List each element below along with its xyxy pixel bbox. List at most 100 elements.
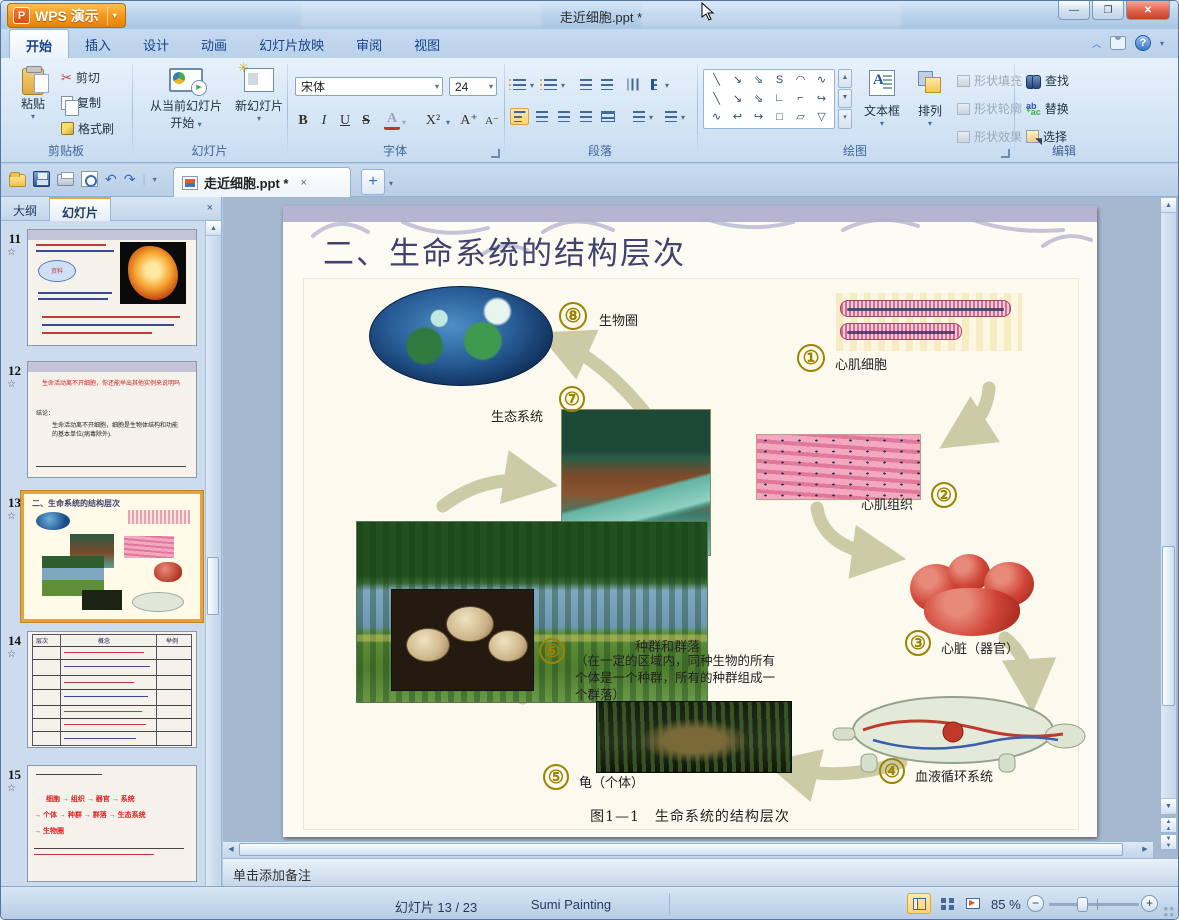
slide-thumbnail-11[interactable]: 资料: [27, 229, 197, 346]
font-size-select[interactable]: 24 ▾: [449, 77, 497, 96]
paste-button[interactable]: 粘贴 ▾: [15, 66, 51, 121]
font-dialog-launcher[interactable]: [491, 149, 500, 158]
increase-indent-button[interactable]: [597, 76, 616, 93]
ribbon-tab-review[interactable]: 审阅: [340, 29, 398, 58]
vertical-scroll-thumb[interactable]: [1162, 546, 1175, 706]
previous-slide-button[interactable]: ▲ ▲: [1160, 817, 1177, 833]
new-tab-caret-icon[interactable]: ▾: [389, 179, 393, 188]
slide-thumbnail-13-selected[interactable]: 二、生命系统的结构层次: [21, 491, 203, 622]
scroll-right-icon[interactable]: ▶: [1138, 843, 1152, 857]
ribbon-tab-insert[interactable]: 插入: [69, 29, 127, 58]
panel-close-icon[interactable]: ×: [207, 202, 213, 214]
shape-double-arrow-icon[interactable]: ⇘: [748, 71, 769, 88]
shape-elbow-icon[interactable]: ∟: [769, 90, 790, 107]
ecosystem-label[interactable]: 生态系统: [491, 406, 543, 425]
shape-arrow-icon[interactable]: ↘: [727, 71, 748, 88]
bullet-caret-icon[interactable]: ▾: [530, 81, 534, 90]
scroll-left-icon[interactable]: ◀: [224, 843, 238, 857]
new-document-tab-button[interactable]: +: [361, 169, 385, 195]
redo-icon[interactable]: ↷: [124, 171, 136, 187]
normal-view-button[interactable]: [907, 893, 931, 914]
shape-gallery-down-button[interactable]: ▼: [838, 89, 852, 108]
slide-13-editor[interactable]: 二、生命系统的结构层次 ⑧ 生物圈 ① 心肌细胞 ⑦ 生态系统 心肌组织 ② ③…: [283, 206, 1097, 837]
shape-freeform-icon[interactable]: ◠: [790, 71, 811, 88]
shape-curved-arrow-icon[interactable]: ↩: [727, 108, 748, 125]
open-icon[interactable]: [9, 172, 26, 187]
shape-arrow3-icon[interactable]: ⇘: [748, 90, 769, 107]
resize-grip[interactable]: [1164, 907, 1176, 919]
column-layout-button[interactable]: [644, 76, 663, 93]
outline-tab[interactable]: 大纲: [1, 197, 49, 221]
underline-button[interactable]: U: [335, 111, 355, 130]
font-color-button[interactable]: A: [384, 111, 400, 130]
format-painter-button[interactable]: 格式刷: [61, 120, 114, 137]
scroll-up-icon[interactable]: ▲: [1161, 198, 1176, 213]
cell-label[interactable]: 心肌细胞: [835, 354, 887, 373]
ribbon-tab-home[interactable]: 开始: [9, 29, 70, 58]
shape-scribble-icon[interactable]: ∿: [811, 71, 832, 88]
notes-pane[interactable]: 单击添加备注: [223, 858, 1178, 886]
shape-curved-arrow2-icon[interactable]: ↪: [748, 108, 769, 125]
panel-scrollbar[interactable]: ▲: [205, 221, 221, 886]
next-slide-button[interactable]: ▼ ▼: [1160, 834, 1177, 850]
shape-gallery-up-button[interactable]: ▲: [838, 69, 852, 88]
shape-curve2-icon[interactable]: ∿: [706, 108, 727, 125]
save-icon[interactable]: [33, 171, 50, 187]
cut-button[interactable]: ✂ 剪切: [61, 69, 100, 86]
zoom-in-button[interactable]: +: [1141, 895, 1158, 912]
italic-button[interactable]: I: [314, 111, 334, 130]
line-spacing-caret-icon[interactable]: ▾: [649, 113, 653, 122]
distribute-button[interactable]: [598, 108, 617, 125]
strikethrough-button[interactable]: S: [356, 111, 376, 130]
find-button[interactable]: 查找: [1026, 72, 1069, 89]
slide-title[interactable]: 二、生命系统的结构层次: [323, 228, 1063, 273]
cardiac-muscle-tissue-photo[interactable]: [756, 434, 921, 500]
line-spacing-button[interactable]: [629, 108, 648, 125]
decrease-font-button[interactable]: A⁻: [481, 111, 503, 130]
shape-outline-button[interactable]: 形状轮廓 ▾: [957, 100, 1030, 117]
system-label[interactable]: 血液循环系统: [915, 766, 993, 785]
biosphere-label[interactable]: 生物圈: [599, 310, 638, 329]
slide-thumbnail-14[interactable]: 层次 概念 举例: [27, 631, 197, 748]
scroll-down-icon[interactable]: ▼: [1161, 798, 1176, 813]
panel-scroll-up-icon[interactable]: ▲: [206, 221, 221, 236]
minimize-button[interactable]: —: [1058, 1, 1090, 20]
copy-button[interactable]: 复制: [61, 94, 101, 116]
justify-button[interactable]: [576, 108, 595, 125]
animation-star-icon[interactable]: ☆: [7, 247, 16, 258]
collapse-ribbon-icon[interactable]: ︿: [1092, 37, 1101, 50]
population-mushroom-photo[interactable]: [391, 589, 534, 691]
slide-sorter-view-button[interactable]: [935, 893, 959, 914]
undo-icon[interactable]: ↶: [105, 171, 117, 187]
bold-button[interactable]: B: [293, 111, 313, 130]
organ-label[interactable]: 心脏（器官）: [941, 638, 1019, 657]
print-preview-icon[interactable]: [81, 171, 98, 187]
help-icon[interactable]: ?: [1134, 35, 1151, 51]
heart-organ-photo[interactable]: [906, 554, 1040, 638]
zoom-slider-track[interactable]: [1049, 903, 1139, 906]
shape-curved-connector-icon[interactable]: ↪: [811, 90, 832, 107]
maximize-button[interactable]: ❐: [1092, 1, 1124, 20]
animation-star-icon[interactable]: ☆: [7, 649, 16, 660]
zoom-slider-thumb[interactable]: [1077, 897, 1088, 912]
shape-curve-icon[interactable]: S: [769, 71, 790, 88]
ribbon-tab-view[interactable]: 视图: [398, 29, 456, 58]
shape-arrow2-icon[interactable]: ↘: [727, 90, 748, 107]
panel-scroll-thumb[interactable]: [207, 557, 219, 615]
bullet-list-button[interactable]: [509, 76, 529, 93]
shape-line2-icon[interactable]: ╲: [706, 90, 727, 107]
paragraph-spacing-caret-icon[interactable]: ▾: [681, 113, 685, 122]
shape-parallelogram-icon[interactable]: ▱: [790, 108, 811, 125]
shape-fill-button[interactable]: 形状填充 ▾: [957, 72, 1030, 89]
numbered-caret-icon[interactable]: ▾: [561, 81, 565, 90]
replace-button[interactable]: ab ⁺ac 替换: [1026, 100, 1069, 117]
horizontal-scroll-thumb[interactable]: [239, 843, 1123, 856]
animation-star-icon[interactable]: ☆: [7, 783, 16, 794]
cardiac-muscle-cell-photo[interactable]: [836, 293, 1022, 351]
vertical-scrollbar[interactable]: ▲ ▼: [1160, 197, 1177, 815]
increase-font-button[interactable]: A⁺: [457, 111, 481, 130]
new-slide-button[interactable]: 新幻灯片 ▾: [229, 60, 289, 123]
align-right-button[interactable]: [554, 108, 573, 125]
slideshow-view-button[interactable]: [961, 893, 985, 914]
document-tab[interactable]: 走近细胞.ppt * ×: [173, 167, 351, 197]
